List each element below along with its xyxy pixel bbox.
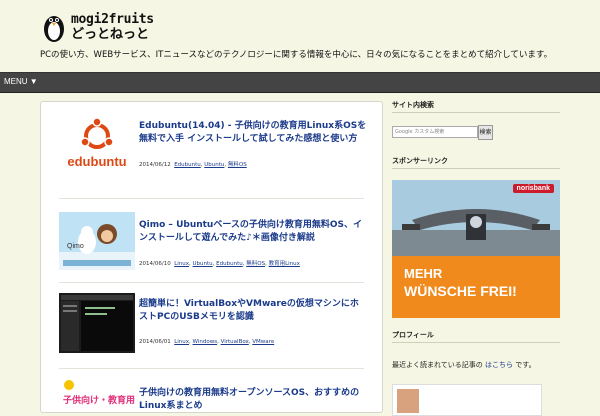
search-heading: サイト内検索 — [392, 101, 434, 109]
divider — [392, 342, 560, 343]
menu-button[interactable]: MENU ▼ — [4, 77, 38, 86]
logo-line-2: どっとねっと — [71, 27, 150, 42]
post-item: edubuntu Edubuntu(14.04) - 子供向けの教育用Linux… — [41, 102, 382, 198]
avatar[interactable] — [397, 389, 419, 413]
post-title[interactable]: 子供向けの教育用無料オープンソースOS、おすすめのLinux系まとめ — [139, 387, 367, 413]
post-tag[interactable]: Edubuntu — [216, 261, 243, 267]
profile-heading: プロフィール — [392, 331, 434, 339]
post-meta: 2014/06/01 Linux, Windows, VirtualBox, V… — [139, 339, 275, 345]
search-button[interactable]: 検索 — [478, 125, 493, 140]
divider — [392, 112, 560, 113]
logo-line-1: mogi2fruits — [71, 12, 154, 27]
post-meta: 2014/06/10 Linux, Ubuntu, Edubuntu, 無料OS… — [139, 261, 300, 267]
post-tag[interactable]: Windows — [193, 339, 218, 345]
post-date: 2014/06/01 — [139, 339, 171, 345]
edubuntu-logo-icon: edubuntu — [59, 114, 135, 174]
post-title[interactable]: 超簡単に！VirtualBoxやVMwareの仮想マシンにホストPCのUSBメモ… — [139, 298, 367, 324]
site-header: mogi2fruits どっとねっと PCの使い方、WEBサービス、ITニュース… — [0, 0, 600, 72]
penguin-icon — [44, 16, 64, 42]
site-tagline: PCの使い方、WEBサービス、ITニュースなどのテクノロジーに関する情報を中心に… — [40, 50, 553, 60]
ad-banner[interactable]: norisbank MEHR WÜNSCHE FREI! — [392, 180, 560, 318]
recent-suffix: です。 — [515, 361, 536, 369]
ad-text-line-2: WÜNSCHE FREI! — [404, 283, 517, 299]
post-tag[interactable]: Ubuntu — [204, 162, 224, 168]
post-item: 超簡単に！VirtualBoxやVMwareの仮想マシンにホストPCのUSBメモ… — [41, 283, 382, 368]
post-date: 2014/06/10 — [139, 261, 171, 267]
recent-posts-note: 最近よく読まれている記事の はこちら です。 — [392, 360, 536, 370]
post-tag[interactable]: Linux — [174, 339, 189, 345]
ad-text-line-1: MEHR — [404, 266, 443, 281]
post-thumbnail[interactable]: edubuntu — [59, 114, 135, 174]
thumb-label: 子供向け・教育用 — [63, 394, 135, 406]
qimo-screenshot-icon: Qimo — [59, 212, 135, 270]
search-input[interactable]: Google カスタム検索 — [392, 126, 478, 138]
navbar: MENU ▼ — [0, 72, 600, 93]
post-tag[interactable]: 無料OS — [228, 162, 247, 168]
post-list: edubuntu Edubuntu(14.04) - 子供向けの教育用Linux… — [40, 101, 383, 413]
post-date: 2014/06/12 — [139, 162, 171, 168]
post-tag[interactable]: Ubuntu — [193, 261, 213, 267]
post-tag[interactable]: VMware — [252, 339, 274, 345]
post-title[interactable]: Qimo – Ubuntuベースの子供向け教育用無料OS、インストールして遊んで… — [139, 219, 367, 245]
site-logo[interactable]: mogi2fruits どっとねっと — [40, 10, 196, 44]
post-item: Qimo Qimo – Ubuntuベースの子供向け教育用無料OS、インストール… — [41, 199, 382, 282]
virtualbox-screenshot-icon — [59, 293, 135, 353]
post-tag[interactable]: VirtualBox — [221, 339, 249, 345]
post-item: 子供向け・教育用 子供向けの教育用無料オープンソースOS、おすすめのLinux系… — [41, 369, 382, 411]
kids-edu-thumb-icon: 子供向け・教育用 — [59, 377, 135, 407]
profile-card — [392, 384, 542, 416]
post-tag[interactable]: 無料OS — [246, 261, 265, 267]
post-tag[interactable]: Linux — [174, 261, 189, 267]
post-title[interactable]: Edubuntu(14.04) - 子供向けの教育用Linux系OSを無料で入手… — [139, 120, 367, 146]
thumb-label: edubuntu — [67, 154, 126, 169]
post-thumbnail[interactable]: Qimo — [59, 212, 135, 270]
post-thumbnail[interactable] — [59, 293, 135, 353]
post-tag[interactable]: 教育用Linux — [269, 261, 300, 267]
post-thumbnail[interactable]: 子供向け・教育用 — [59, 377, 135, 407]
post-meta: 2014/06/12 Edubuntu, Ubuntu, 無料OS — [139, 162, 247, 168]
post-tag[interactable]: Edubuntu — [174, 162, 201, 168]
recent-text: 最近よく読まれている記事の — [392, 361, 483, 369]
recent-link[interactable]: はこちら — [485, 361, 513, 369]
thumb-label: Qimo — [67, 243, 84, 250]
ad-brand-logo: norisbank — [512, 184, 554, 193]
divider — [392, 168, 560, 169]
ad-heading: スポンサーリンク — [392, 157, 448, 165]
